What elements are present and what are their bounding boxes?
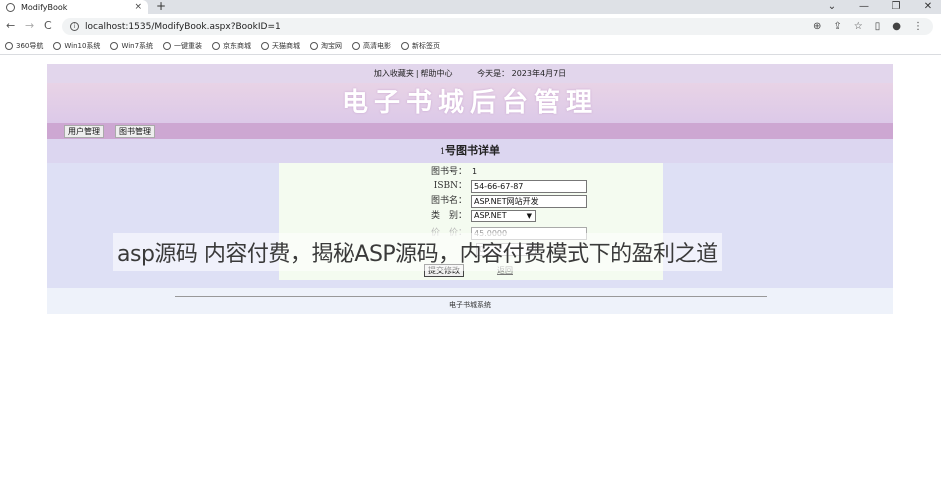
forward-button[interactable]: → [25,19,34,33]
bookmarks-bar: 360导航 Win10系统 Win7系统 一键重装 京东商城 天猫商城 淘宝网 … [0,38,941,55]
book-no-row: 图书号： 1 [279,165,663,179]
bookmark-label: 一键重装 [174,42,203,50]
new-tab-button[interactable]: + [156,0,166,13]
address-bar[interactable]: i localhost:1535/ModifyBook.aspx?BookID=… [62,18,933,35]
bookmark-label: 天猫商城 [272,42,301,50]
globe-icon [401,42,410,50]
globe-icon [352,42,361,50]
admin-menu: 用户管理 图书管理 [47,123,893,139]
bookmark-label: Win10系统 [64,42,101,50]
page-footer: 电子书城系统 [47,288,893,314]
close-window-button[interactable]: ✕ [923,0,933,13]
globe-icon [5,42,13,50]
url-text[interactable]: localhost:1535/ModifyBook.aspx?BookID=1 [85,22,813,32]
maximize-button[interactable]: ❐ [891,0,901,13]
close-tab-icon[interactable]: × [134,2,142,12]
user-management-button[interactable]: 用户管理 [64,124,104,138]
bookmark-label: 高清电影 [363,42,392,50]
current-date: 2023年4月7日 [511,69,567,78]
browser-tab[interactable]: ModifyBook × [0,0,148,14]
overlay-caption: asp源码 内容付费，揭秘ASP源码，内容付费模式下的盈利之道 [113,233,722,271]
sidepanel-icon[interactable]: ▯ [875,21,881,32]
zoom-icon[interactable]: ⊕ [813,21,821,32]
bookmark-label: 新标签页 [412,42,441,50]
detail-heading: 1号图书详单 [47,139,893,163]
bookmark-item[interactable]: 新标签页 [401,41,440,51]
site-title: 电子书城后台管理 [341,88,598,118]
reload-button[interactable]: C [44,19,52,33]
book-name-label: 图书名： [430,196,467,206]
help-center-link[interactable]: 帮助中心 [421,69,453,78]
globe-icon [261,42,270,50]
tab-title: ModifyBook [21,2,68,12]
category-row: 类 别： ASP.NET ▼ [279,209,663,223]
bookmark-label: 360导航 [16,42,44,50]
bookmark-item[interactable]: 一键重装 [163,41,202,51]
admin-page: 加入收藏夹 | 帮助中心 今天是： 2023年4月7日 电子书城后台管理 用户管理 … [47,64,893,314]
bookmark-item[interactable]: Win7系统 [110,41,153,51]
category-selected-value: ASP.NET [474,211,507,220]
globe-icon [310,42,319,50]
category-label: 类 别： [430,211,467,221]
isbn-label: ISBN： [433,181,467,191]
minimize-button[interactable]: — [859,0,869,13]
bookmark-item[interactable]: Win10系统 [53,41,100,51]
share-icon[interactable]: ⇪ [833,21,841,32]
site-info-icon[interactable]: i [70,22,79,31]
star-icon[interactable]: ☆ [854,21,863,32]
overlay-caption-text: asp源码 内容付费，揭秘ASP源码，内容付费模式下的盈利之道 [117,242,718,267]
book-name-row: 图书名： ASP.NET网站开发 [279,194,663,208]
footer-divider [175,296,767,297]
globe-icon [212,42,221,50]
today-label: 今天是： [477,69,510,78]
chevron-down-icon: ▼ [526,212,532,220]
globe-icon [53,42,62,50]
bookmark-label: Win7系统 [121,42,154,50]
window-controls: ⌄ — ❐ ✕ [827,0,933,13]
menu-icon[interactable]: ⋮ [913,21,923,32]
bookmark-item[interactable]: 高清电影 [352,41,391,51]
tab-strip: ModifyBook × + ⌄ — ❐ ✕ [0,0,941,14]
globe-icon [6,2,15,12]
detail-title: 号图书详单 [445,144,501,157]
book-name-input[interactable]: ASP.NET网站开发 [471,195,587,208]
globe-icon [110,42,119,50]
category-select[interactable]: ASP.NET ▼ [471,210,536,222]
book-no-value: 1 [472,167,478,176]
top-links-bar: 加入收藏夹 | 帮助中心 今天是： 2023年4月7日 [47,64,893,83]
book-no-label: 图书号： [430,167,467,177]
bookmark-label: 淘宝网 [321,42,343,50]
bookmark-label: 京东商城 [223,42,252,50]
bookmark-item[interactable]: 京东商城 [212,41,251,51]
isbn-row: ISBN： 54-66-67-87 [279,179,663,193]
link-separator: | [415,69,419,78]
profile-icon[interactable]: ● [892,21,901,32]
book-management-button[interactable]: 图书管理 [115,124,155,138]
nav-bar: ← → C i localhost:1535/ModifyBook.aspx?B… [0,14,941,38]
bookmark-item[interactable]: 天猫商城 [261,41,300,51]
footer-text: 电子书城系统 [449,301,491,309]
bookmark-item[interactable]: 360导航 [5,41,43,51]
banner: 电子书城后台管理 [47,83,893,123]
tab-search-icon[interactable]: ⌄ [827,0,837,13]
add-favorite-link[interactable]: 加入收藏夹 [374,69,414,78]
back-button[interactable]: ← [6,19,15,33]
globe-icon [163,42,172,50]
isbn-input[interactable]: 54-66-67-87 [471,180,587,193]
bookmark-item[interactable]: 淘宝网 [310,41,342,51]
